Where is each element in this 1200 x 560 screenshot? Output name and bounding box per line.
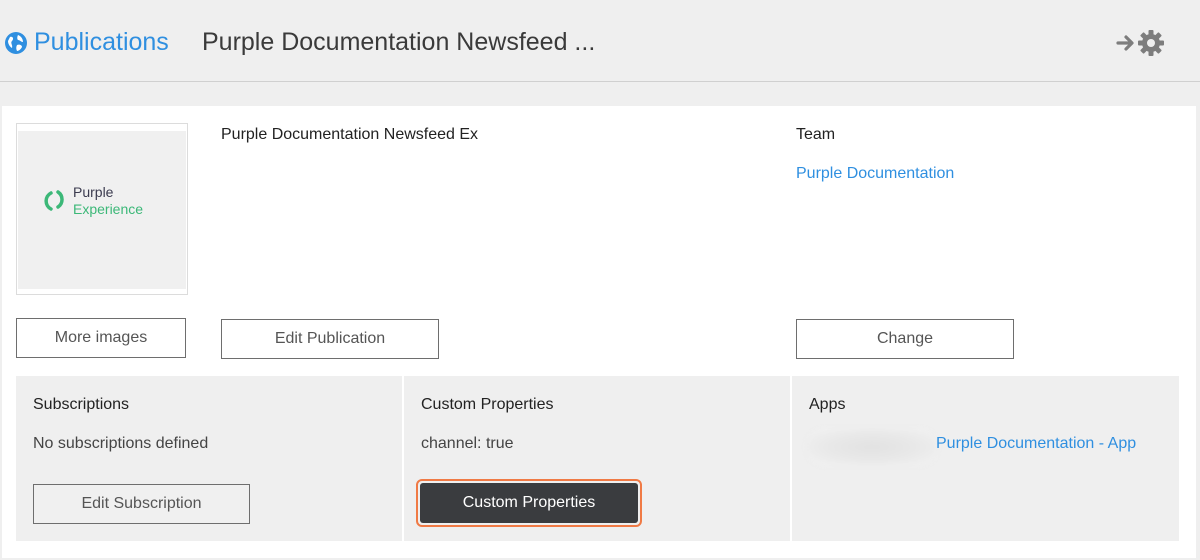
page-header: Publications Purple Documentation Newsfe… xyxy=(0,0,1200,82)
custom-properties-text: channel: true xyxy=(421,435,514,452)
globe-icon[interactable] xyxy=(4,31,28,55)
custom-properties-title: Custom Properties xyxy=(421,396,554,413)
settings-button[interactable] xyxy=(1116,26,1172,60)
edit-subscription-button[interactable]: Edit Subscription xyxy=(33,484,250,524)
cover-image-canvas: Purple Experience xyxy=(18,131,186,289)
custom-properties-highlight: Custom Properties xyxy=(416,479,642,527)
team-link[interactable]: Purple Documentation xyxy=(796,165,954,183)
publication-name: Purple Documentation Newsfeed Ex xyxy=(221,126,479,143)
page-title: Purple Documentation Newsfeed ... xyxy=(202,28,596,56)
purple-experience-logo: Purple Experience xyxy=(41,184,143,218)
app-link[interactable]: Purple Documentation - App xyxy=(936,435,1136,453)
apps-title: Apps xyxy=(809,396,846,413)
app-icon-blurred xyxy=(806,428,938,466)
gear-icon xyxy=(1138,30,1164,56)
subscriptions-section: Subscriptions No subscriptions defined E… xyxy=(16,376,402,541)
team-label: Team xyxy=(796,126,836,143)
logo-text-line1: Purple xyxy=(73,184,114,200)
logo-mark-icon xyxy=(44,190,64,211)
publication-panel: Purple Experience Purple Documentation N… xyxy=(2,106,1196,558)
arrow-right-icon xyxy=(1116,35,1134,51)
custom-properties-section: Custom Properties channel: true Custom P… xyxy=(404,376,790,541)
subscriptions-text: No subscriptions defined xyxy=(33,435,209,452)
change-team-button[interactable]: Change xyxy=(796,319,1014,359)
publications-link[interactable]: Publications xyxy=(34,28,169,57)
more-images-button[interactable]: More images xyxy=(16,318,186,358)
apps-section: Apps Purple Documentation - App xyxy=(792,376,1179,541)
edit-publication-button[interactable]: Edit Publication xyxy=(221,319,439,359)
subscriptions-title: Subscriptions xyxy=(33,396,130,413)
custom-properties-button[interactable]: Custom Properties xyxy=(420,483,638,523)
cover-image: Purple Experience xyxy=(16,123,188,295)
logo-text-line2: Experience xyxy=(73,201,144,217)
